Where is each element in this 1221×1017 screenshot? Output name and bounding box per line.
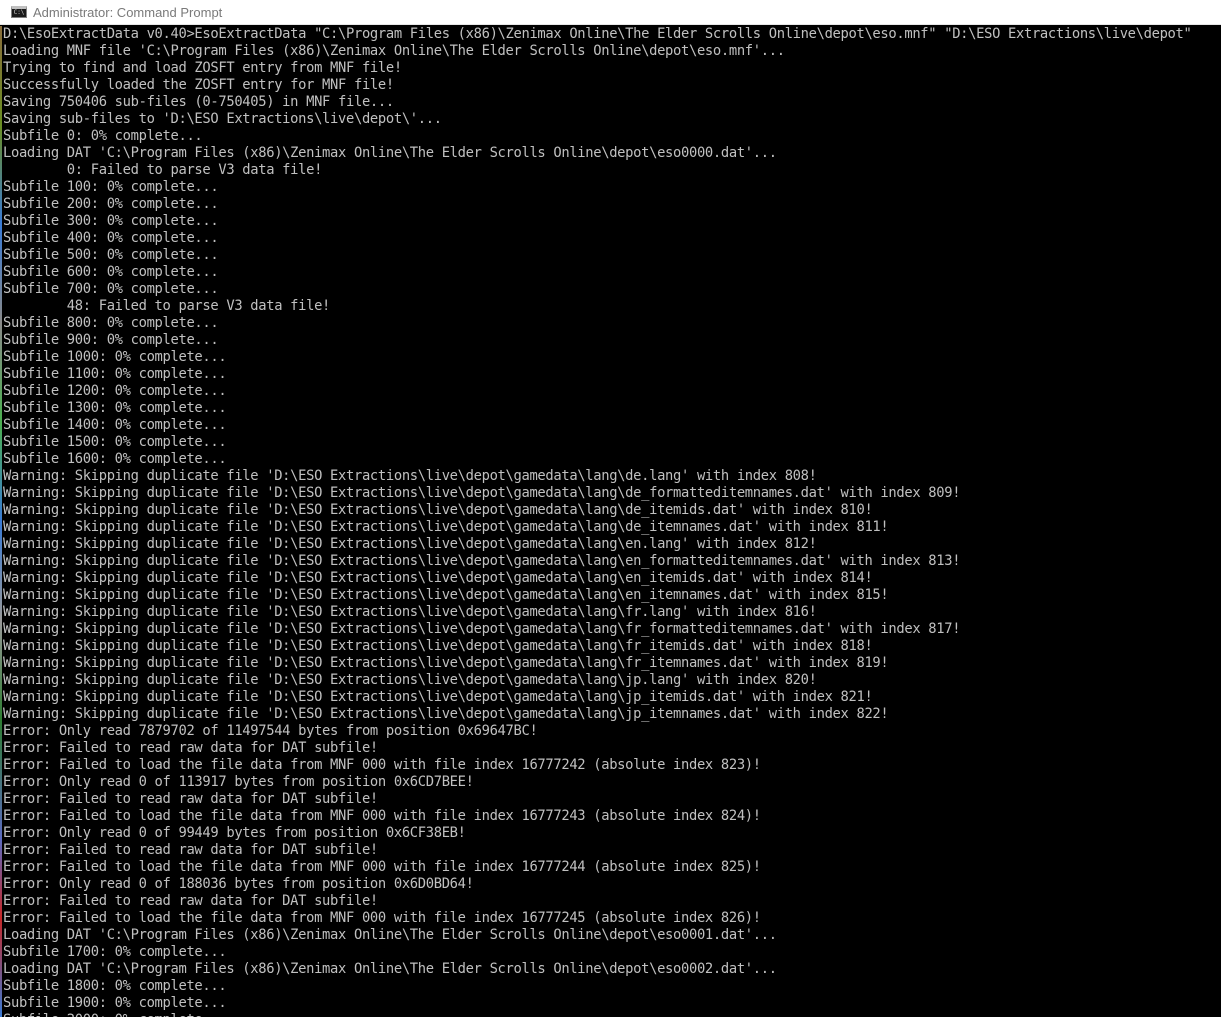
console-line: Warning: Skipping duplicate file 'D:\ESO… — [3, 570, 873, 586]
console-line: Subfile 600: 0% complete... — [3, 264, 219, 280]
console-lines: D:\EsoExtractData v0.40>EsoExtractData "… — [3, 26, 1192, 1017]
console-line: Warning: Skipping duplicate file 'D:\ESO… — [3, 638, 873, 654]
command-prompt-window: C:\ Administrator: Command Prompt D:\Eso… — [0, 0, 1221, 1017]
console-line: Warning: Skipping duplicate file 'D:\ESO… — [3, 485, 961, 501]
console-line: Subfile 300: 0% complete... — [3, 213, 219, 229]
console-line: Subfile 900: 0% complete... — [3, 332, 219, 348]
console-line: Subfile 100: 0% complete... — [3, 179, 219, 195]
console-line: Subfile 800: 0% complete... — [3, 315, 219, 331]
console-line: Warning: Skipping duplicate file 'D:\ESO… — [3, 689, 873, 705]
console-line: Subfile 1100: 0% complete... — [3, 366, 227, 382]
console-line: 48: Failed to parse V3 data file! — [3, 298, 331, 314]
console-line: Warning: Skipping duplicate file 'D:\ESO… — [3, 502, 873, 518]
console-line: Subfile 1200: 0% complete... — [3, 383, 227, 399]
console-line: Warning: Skipping duplicate file 'D:\ESO… — [3, 706, 889, 722]
cmd-icon: C:\ — [11, 6, 27, 18]
console-line: Error: Failed to read raw data for DAT s… — [3, 740, 378, 756]
console-line: D:\EsoExtractData v0.40>EsoExtractData "… — [3, 26, 1192, 42]
console-line: Error: Failed to read raw data for DAT s… — [3, 893, 378, 909]
console-line: Saving sub-files to 'D:\ESO Extractions\… — [3, 111, 442, 127]
console-line: Loading MNF file 'C:\Program Files (x86)… — [3, 43, 785, 59]
console-line: Subfile 400: 0% complete... — [3, 230, 219, 246]
console-line: Error: Only read 7879702 of 11497544 byt… — [3, 723, 538, 739]
console-line: Subfile 500: 0% complete... — [3, 247, 219, 263]
console-line: Subfile 1300: 0% complete... — [3, 400, 227, 416]
console-line: Warning: Skipping duplicate file 'D:\ESO… — [3, 536, 817, 552]
console-line: 0: Failed to parse V3 data file! — [3, 162, 323, 178]
console-line: Subfile 200: 0% complete... — [3, 196, 219, 212]
console-line: Warning: Skipping duplicate file 'D:\ESO… — [3, 468, 817, 484]
console-line: Subfile 2000: 0% complete... — [3, 1012, 1192, 1017]
console-line: Loading DAT 'C:\Program Files (x86)\Zeni… — [3, 145, 777, 161]
console-line: Warning: Skipping duplicate file 'D:\ESO… — [3, 655, 889, 671]
console-line: Error: Failed to read raw data for DAT s… — [3, 791, 378, 807]
console-line: Successfully loaded the ZOSFT entry for … — [3, 77, 394, 93]
console-line: Error: Only read 0 of 113917 bytes from … — [3, 774, 474, 790]
console-line: Error: Failed to load the file data from… — [3, 859, 761, 875]
console-line: Subfile 1400: 0% complete... — [3, 417, 227, 433]
console-line: Error: Failed to load the file data from… — [3, 757, 761, 773]
window-title: Administrator: Command Prompt — [33, 4, 223, 20]
console-line: Saving 750406 sub-files (0-750405) in MN… — [3, 94, 394, 110]
console-line: Subfile 1700: 0% complete... — [3, 944, 227, 960]
console-line: Subfile 1500: 0% complete... — [3, 434, 227, 450]
console-line: Error: Only read 0 of 188036 bytes from … — [3, 876, 474, 892]
console-line: Subfile 0: 0% complete... — [3, 128, 203, 144]
console-line: Error: Failed to load the file data from… — [3, 910, 761, 926]
console-line: Warning: Skipping duplicate file 'D:\ESO… — [3, 604, 817, 620]
console-line: Warning: Skipping duplicate file 'D:\ESO… — [3, 587, 889, 603]
console-line: Warning: Skipping duplicate file 'D:\ESO… — [3, 672, 817, 688]
console-line: Loading DAT 'C:\Program Files (x86)\Zeni… — [3, 961, 777, 977]
console-line: Error: Failed to load the file data from… — [3, 808, 761, 824]
console-line: Subfile 1900: 0% complete... — [3, 995, 227, 1011]
console-line: Trying to find and load ZOSFT entry from… — [3, 60, 402, 76]
console-line: Subfile 1000: 0% complete... — [3, 349, 227, 365]
console-line: Warning: Skipping duplicate file 'D:\ESO… — [3, 621, 961, 637]
console-output[interactable]: D:\EsoExtractData v0.40>EsoExtractData "… — [0, 26, 1221, 1017]
console-line: Error: Only read 0 of 99449 bytes from p… — [3, 825, 466, 841]
title-bar[interactable]: C:\ Administrator: Command Prompt — [0, 0, 1221, 25]
console-line: Subfile 700: 0% complete... — [3, 281, 219, 297]
console-line: Warning: Skipping duplicate file 'D:\ESO… — [3, 519, 889, 535]
console-line: Loading DAT 'C:\Program Files (x86)\Zeni… — [3, 927, 777, 943]
console-line: Subfile 1600: 0% complete... — [3, 451, 227, 467]
window-edge-strip — [0, 26, 2, 1017]
console-line: Subfile 1800: 0% complete... — [3, 978, 227, 994]
console-line: Warning: Skipping duplicate file 'D:\ESO… — [3, 553, 961, 569]
console-line: Error: Failed to read raw data for DAT s… — [3, 842, 378, 858]
